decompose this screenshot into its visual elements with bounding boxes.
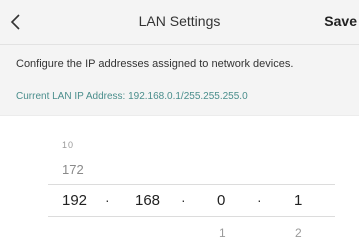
description-text: Configure the IP addresses assigned to n… [16, 58, 294, 70]
picker-col4-below: 2 [295, 226, 302, 240]
picker-separator: · [105, 192, 110, 208]
picker-separator: · [257, 192, 262, 208]
picker-col2-selected[interactable]: 168 [135, 192, 160, 209]
header-bar: LAN Settings Save [0, 0, 359, 45]
picker-col3-below: 1 [219, 226, 226, 240]
page-title: LAN Settings [138, 13, 221, 29]
picker-col3-selected[interactable]: 0 [217, 192, 225, 209]
current-ip-text: Current LAN IP Address: 192.168.0.1/255.… [16, 91, 248, 102]
picker-col1-above: 172 [62, 162, 84, 177]
picker-col1-selected[interactable]: 192 [62, 192, 87, 209]
picker-selection-bottom-line [48, 216, 335, 217]
picker-selection-top-line [48, 184, 335, 185]
picker-col4-selected[interactable]: 1 [294, 192, 302, 209]
picker-col1-far-above: 10 [62, 140, 75, 150]
picker-separator: · [181, 192, 186, 208]
ip-picker[interactable]: 10 172 192 · 168 · 0 · 1 1 2 [0, 115, 359, 247]
save-button[interactable]: Save [324, 13, 357, 29]
